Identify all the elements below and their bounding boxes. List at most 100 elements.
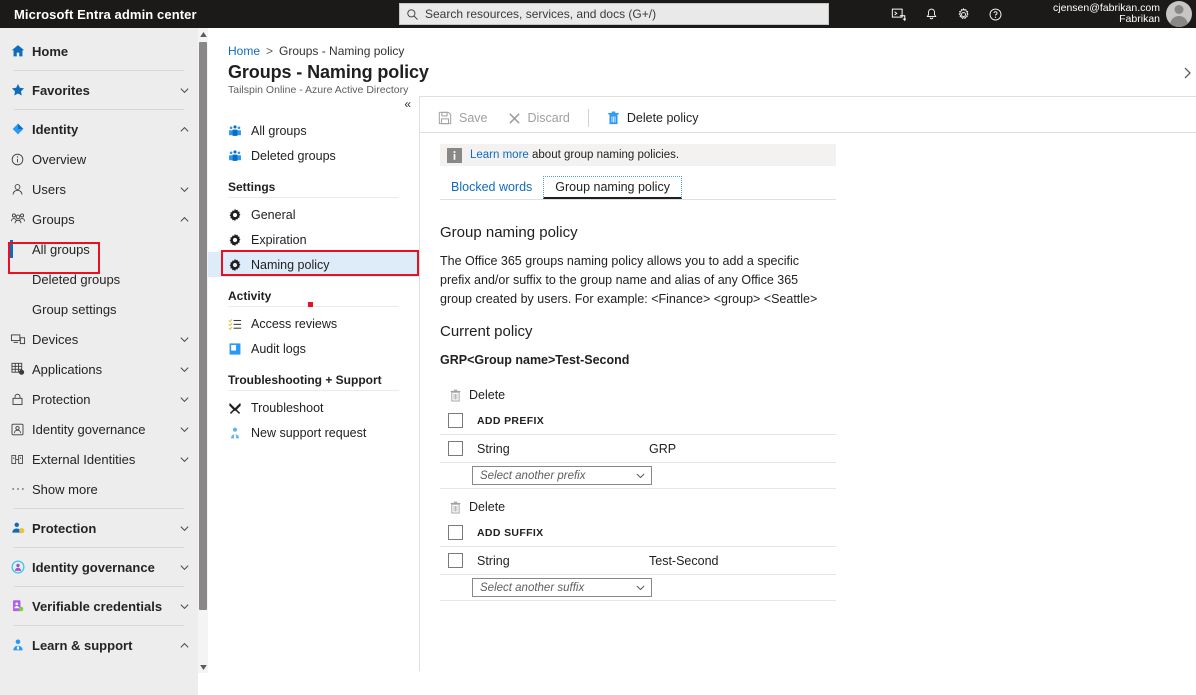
chevron-down-icon[interactable]: [179, 523, 190, 534]
cloud-shell-icon[interactable]: [883, 0, 915, 28]
table-row: String GRP: [440, 435, 836, 463]
sidebar-item-protection-section[interactable]: Protection: [0, 513, 198, 543]
chevron-down-icon[interactable]: [179, 85, 190, 96]
blade-item-naming-policy[interactable]: Naming policy: [208, 252, 419, 277]
sidebar-item-protection[interactable]: Protection: [0, 384, 198, 414]
divider: [14, 586, 184, 587]
blade-item-deleted-groups[interactable]: Deleted groups: [208, 143, 419, 168]
collapse-blade-button[interactable]: «: [404, 98, 411, 110]
select-another-prefix-dropdown[interactable]: Select another prefix: [472, 466, 652, 485]
suffix-delete-button[interactable]: Delete: [440, 495, 836, 519]
governance-icon: [10, 422, 32, 437]
sidebar-label: All groups: [10, 242, 190, 257]
tab-group-naming-policy[interactable]: Group naming policy: [543, 176, 682, 199]
chevron-up-icon[interactable]: [179, 124, 190, 135]
blade-item-general[interactable]: General: [208, 202, 419, 227]
divider: [14, 547, 184, 548]
section-description: The Office 365 groups naming policy allo…: [440, 252, 832, 309]
suffix-header-row: ADD SUFFIX: [440, 519, 836, 547]
sidebar-item-external-identities[interactable]: External Identities: [0, 444, 198, 474]
sidebar-item-favorites[interactable]: Favorites: [0, 75, 198, 105]
scroll-down-arrow-icon[interactable]: [198, 661, 208, 673]
add-suffix-checkbox[interactable]: [448, 525, 463, 540]
external-identities-icon: [10, 452, 32, 467]
discard-button[interactable]: Discard: [498, 105, 580, 131]
notifications-bell-icon[interactable]: [915, 0, 947, 28]
breadcrumb-home[interactable]: Home: [228, 44, 260, 58]
add-prefix-checkbox[interactable]: [448, 413, 463, 428]
chevron-down-icon[interactable]: [179, 334, 190, 345]
prefix-delete-button[interactable]: Delete: [440, 383, 836, 407]
support-request-icon: [228, 426, 251, 440]
sidebar-item-show-more[interactable]: Show more: [0, 474, 198, 504]
blade-item-all-groups[interactable]: All groups: [208, 118, 419, 143]
access-reviews-icon: [228, 317, 251, 331]
wrench-screwdriver-icon: [228, 401, 251, 415]
info-bar: Learn more about group naming policies.: [440, 144, 836, 166]
sidebar-item-deleted-groups[interactable]: Deleted groups: [0, 264, 198, 294]
prefix-row-value: GRP: [649, 442, 836, 456]
chevron-down-icon[interactable]: [179, 601, 190, 612]
sidebar-label: Groups: [32, 212, 179, 227]
search-input[interactable]: [425, 7, 822, 21]
prefix-header-row: ADD PREFIX: [440, 407, 836, 435]
tab-blocked-words[interactable]: Blocked words: [440, 177, 543, 199]
scroll-up-arrow-icon[interactable]: [198, 28, 208, 40]
prefix-row-checkbox[interactable]: [448, 441, 463, 456]
delete-policy-button[interactable]: Delete policy: [597, 105, 709, 131]
sidebar-item-all-groups[interactable]: All groups: [0, 234, 198, 264]
top-bar: Microsoft Entra admin center: [0, 0, 1196, 28]
protection-person-icon: [10, 520, 32, 536]
blade-item-label: All groups: [251, 124, 307, 138]
sidebar-label: Overview: [32, 152, 190, 167]
chevron-down-icon[interactable]: [179, 364, 190, 375]
blade-item-audit-logs[interactable]: Audit logs: [208, 336, 419, 361]
activity-indicator-dot: [308, 302, 313, 307]
select-another-suffix-dropdown[interactable]: Select another suffix: [472, 578, 652, 597]
breadcrumb-separator: >: [266, 44, 273, 58]
prefix-row-type: String: [477, 442, 649, 456]
sidebar-item-devices[interactable]: Devices: [0, 324, 198, 354]
learn-more-link[interactable]: Learn more: [470, 149, 529, 161]
global-search[interactable]: [399, 3, 829, 25]
left-nav-scrollbar[interactable]: [198, 28, 208, 673]
suffix-row-checkbox[interactable]: [448, 553, 463, 568]
sidebar-item-group-settings[interactable]: Group settings: [0, 294, 198, 324]
sidebar-item-identity-governance-section[interactable]: Identity governance: [0, 552, 198, 582]
suffix-select-row: Select another suffix: [440, 575, 836, 601]
chevron-down-icon[interactable]: [179, 454, 190, 465]
sidebar-item-identity[interactable]: Identity: [0, 114, 198, 144]
chevron-up-icon[interactable]: [179, 214, 190, 225]
current-policy-value: GRP<Group name>Test-Second: [440, 353, 629, 367]
sidebar-item-identity-governance[interactable]: Identity governance: [0, 414, 198, 444]
sidebar-item-users[interactable]: Users: [0, 174, 198, 204]
avatar[interactable]: [1166, 1, 1192, 27]
sidebar-item-learn-support[interactable]: Learn & support: [0, 630, 198, 660]
sidebar-item-verifiable-credentials[interactable]: Verifiable credentials: [0, 591, 198, 621]
chevron-down-icon[interactable]: [179, 394, 190, 405]
sidebar-label: Verifiable credentials: [32, 599, 179, 614]
chevron-down-icon[interactable]: [179, 424, 190, 435]
chevron-up-icon[interactable]: [179, 640, 190, 651]
command-divider: [588, 109, 589, 127]
divider: [14, 625, 184, 626]
blade-item-troubleshoot[interactable]: Troubleshoot: [208, 395, 419, 420]
blade-item-new-support-request[interactable]: New support request: [208, 420, 419, 445]
sidebar-item-applications[interactable]: Applications: [0, 354, 198, 384]
chevron-down-icon[interactable]: [179, 562, 190, 573]
save-button[interactable]: Save: [428, 105, 498, 131]
account-menu[interactable]: cjensen@fabrikan.com Fabrikan: [1053, 0, 1196, 28]
blade-item-access-reviews[interactable]: Access reviews: [208, 311, 419, 336]
breadcrumb: Home > Groups - Naming policy: [228, 44, 404, 58]
left-navigation: Home Favorites Identity: [0, 28, 198, 695]
help-question-icon[interactable]: [979, 0, 1011, 28]
chevron-down-icon[interactable]: [179, 184, 190, 195]
sidebar-item-overview[interactable]: Overview: [0, 144, 198, 174]
sidebar-item-groups[interactable]: Groups: [0, 204, 198, 234]
blade-item-expiration[interactable]: Expiration: [208, 227, 419, 252]
scrollbar-thumb[interactable]: [199, 42, 207, 610]
chevron-right-icon[interactable]: [1182, 66, 1192, 80]
settings-gear-icon[interactable]: [947, 0, 979, 28]
devices-icon: [10, 331, 32, 347]
sidebar-item-home[interactable]: Home: [0, 36, 198, 66]
